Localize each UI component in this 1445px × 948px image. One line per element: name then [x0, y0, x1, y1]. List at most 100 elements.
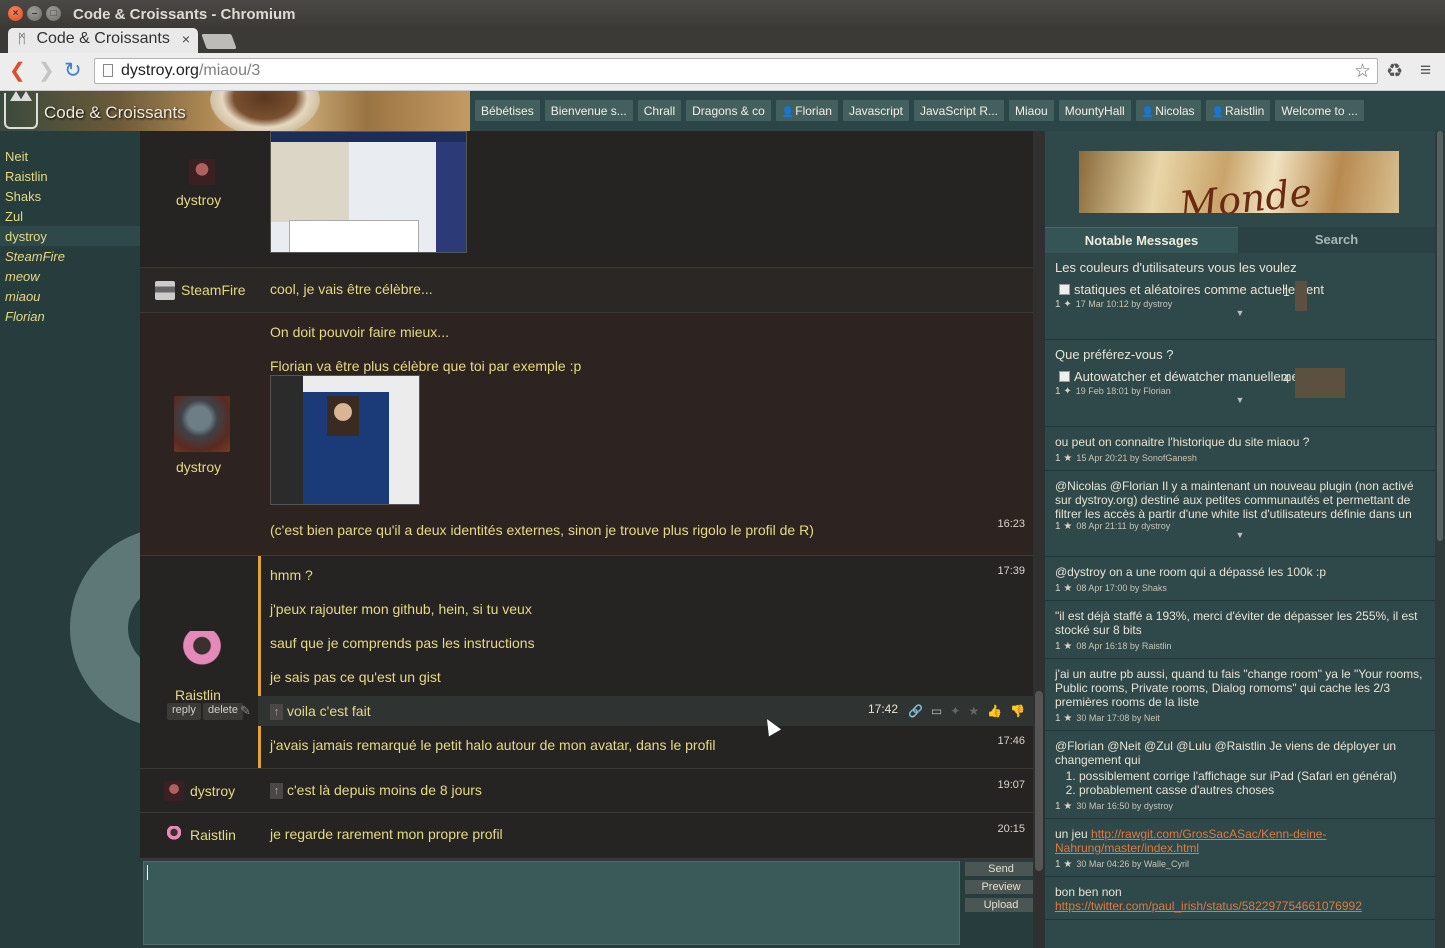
upload-button[interactable]: Upload	[965, 898, 1037, 912]
tab-search[interactable]: Search	[1238, 227, 1435, 253]
notable-message[interactable]: @Florian @Neit @Zul @Lulu @Raistlin Je v…	[1045, 731, 1435, 819]
user-list-item[interactable]: dystroy	[0, 226, 140, 246]
message-input[interactable]	[143, 861, 960, 945]
message-author[interactable]: dystroy	[176, 459, 221, 475]
avatar[interactable]	[155, 281, 175, 300]
reload-icon[interactable]: ↻	[64, 60, 82, 82]
room-tab[interactable]: Dragons & co	[686, 100, 771, 121]
avatar[interactable]	[183, 631, 221, 673]
reply-arrow-icon[interactable]: ↑	[270, 783, 283, 800]
image-part	[271, 376, 303, 504]
notable-meta: 1 ★ 08 Apr 16:18 by Raistlin	[1055, 641, 1425, 652]
notable-message[interactable]: Que préférez-vous ? Autowatcher et déwat…	[1045, 340, 1435, 427]
pin-icon[interactable]: ✦	[950, 704, 960, 718]
window-maximize-icon[interactable]: □	[46, 6, 61, 21]
message-time: 20:15	[997, 823, 1025, 835]
extension-icon[interactable]: ♻	[1386, 60, 1403, 83]
room-tab[interactable]: 👤Florian	[775, 100, 838, 121]
room-tab[interactable]: 👤Raistlin	[1205, 100, 1271, 121]
room-tab[interactable]: Welcome to ...	[1275, 100, 1364, 121]
room-tab[interactable]: Bienvenue s...	[544, 100, 633, 121]
send-button[interactable]: Send	[965, 862, 1037, 876]
link-icon[interactable]: 🔗	[908, 704, 923, 718]
checkbox[interactable]	[1059, 371, 1070, 382]
room-tab[interactable]: Javascript	[842, 100, 909, 121]
room-tab[interactable]: Chrall	[637, 100, 682, 121]
room-tab-label: Dragons & co	[692, 104, 765, 118]
notable-text-prefix: un jeu	[1055, 827, 1092, 841]
scrollbar-thumb[interactable]	[1437, 131, 1443, 541]
scrollbar-thumb[interactable]	[1035, 691, 1043, 871]
menu-icon[interactable]: ≡	[1420, 60, 1431, 82]
checkbox[interactable]	[1059, 284, 1070, 295]
bookmark-star-icon[interactable]: ☆	[1354, 60, 1371, 83]
user-list-item[interactable]: Shaks	[0, 186, 140, 206]
preview-button[interactable]: Preview	[965, 880, 1037, 894]
room-tab[interactable]: MountyHall	[1058, 100, 1131, 121]
notable-message[interactable]: bon ben non https://twitter.com/paul_iri…	[1045, 877, 1435, 920]
user-list-item[interactable]: Raistlin	[0, 166, 140, 186]
room-tab[interactable]: Bébétises	[475, 100, 540, 121]
tab-close-icon[interactable]: ×	[182, 31, 190, 47]
notable-message[interactable]: Les couleurs d'utilisateurs vous les vou…	[1045, 253, 1435, 340]
avatar[interactable]	[167, 826, 181, 842]
star-icon[interactable]: ★	[968, 704, 979, 718]
notable-message[interactable]: un jeu http://rawgit.com/GrosSacASac/Ken…	[1045, 819, 1435, 877]
user-list-item[interactable]: SteamFire	[0, 246, 140, 266]
message: dystroy ↑ c'est là depuis moins de 8 jour…	[140, 769, 1033, 813]
message-author[interactable]: Raistlin	[175, 687, 221, 703]
notable-link[interactable]: https://twitter.com/paul_irish/status/58…	[1055, 899, 1362, 913]
notable-message[interactable]: @Nicolas @Florian Il y a maintenant un n…	[1045, 471, 1435, 557]
message: dystroy	[140, 131, 1033, 268]
window-close-icon[interactable]: ×	[8, 6, 23, 21]
browser-tab[interactable]: ᛗ Code & Croissants ×	[8, 28, 198, 53]
room-tab-label: Javascript	[848, 104, 903, 118]
forward-icon[interactable]: ❯	[38, 60, 55, 82]
avatar[interactable]	[164, 781, 184, 801]
message-author[interactable]: Raistlin	[190, 827, 236, 843]
user-list-item[interactable]: Neit	[0, 146, 140, 166]
edit-pencil-icon[interactable]: ✎	[240, 703, 251, 719]
window-minimize-icon[interactable]: –	[27, 6, 42, 21]
thumb-down-icon[interactable]: 👎	[1010, 704, 1025, 718]
notable-link[interactable]: http://rawgit.com/GrosSacASac/Kenn-deine…	[1055, 827, 1326, 855]
notable-message[interactable]: @dystroy on a une room qui a dépassé les…	[1045, 557, 1435, 601]
notable-list-item: possiblement corrige l'affichage sur iPa…	[1079, 769, 1425, 783]
notable-messages-list: Les couleurs d'utilisateurs vous les vou…	[1045, 253, 1435, 920]
user-list-item[interactable]: Zul	[0, 206, 140, 226]
delete-button[interactable]: delete	[203, 703, 243, 720]
notable-text: "il est déjà staffé a 193%, merci d'évit…	[1055, 609, 1418, 637]
miaou-logo-icon[interactable]	[4, 91, 38, 129]
reply-arrow-icon[interactable]: ↑	[270, 704, 283, 721]
user-list-item[interactable]: miaou	[0, 286, 140, 306]
window-icon[interactable]: ▭	[931, 704, 942, 718]
screenshot-image[interactable]	[270, 131, 467, 253]
message-text: Florian va être plus célèbre que toi par…	[270, 358, 582, 374]
message-author[interactable]: SteamFire	[181, 282, 246, 298]
messages-scrollbar[interactable]	[1033, 131, 1045, 948]
star-icon: ★	[1063, 583, 1073, 594]
avatar[interactable]	[189, 159, 215, 185]
reply-button[interactable]: reply	[167, 703, 201, 720]
user-list-item[interactable]: meow	[0, 266, 140, 286]
tab-notable-messages[interactable]: Notable Messages	[1045, 227, 1238, 253]
message-time: 16:23	[997, 518, 1025, 530]
room-tab[interactable]: Miaou	[1009, 100, 1054, 121]
new-tab-button[interactable]	[201, 34, 237, 49]
panel-scrollbar[interactable]	[1435, 131, 1445, 948]
notable-message[interactable]: ou peut on connaitre l'historique du sit…	[1045, 427, 1435, 471]
thumb-up-icon[interactable]: 👍	[987, 704, 1002, 718]
notable-message[interactable]: "il est déjà staffé a 193%, merci d'évit…	[1045, 601, 1435, 659]
back-icon[interactable]: ❮	[9, 60, 26, 82]
poll-option[interactable]: Autowatcher et déwatcher manuellement 4	[1055, 368, 1425, 398]
message-author[interactable]: dystroy	[176, 192, 221, 208]
poll-option[interactable]: statiques et aléatoires comme actuelleme…	[1055, 281, 1425, 311]
message-author[interactable]: dystroy	[190, 783, 235, 799]
user-list-item[interactable]: Florian	[0, 306, 140, 326]
room-tab[interactable]: JavaScript R...	[913, 100, 1005, 121]
avatar[interactable]	[174, 396, 230, 452]
notable-message[interactable]: j'ai un autre pb aussi, quand tu fais "c…	[1045, 659, 1435, 731]
profile-screenshot-image[interactable]	[270, 375, 420, 505]
room-tab[interactable]: 👤Nicolas	[1135, 100, 1201, 121]
address-bar[interactable]: dystroy.org/miaou/3 ☆	[94, 58, 1378, 84]
